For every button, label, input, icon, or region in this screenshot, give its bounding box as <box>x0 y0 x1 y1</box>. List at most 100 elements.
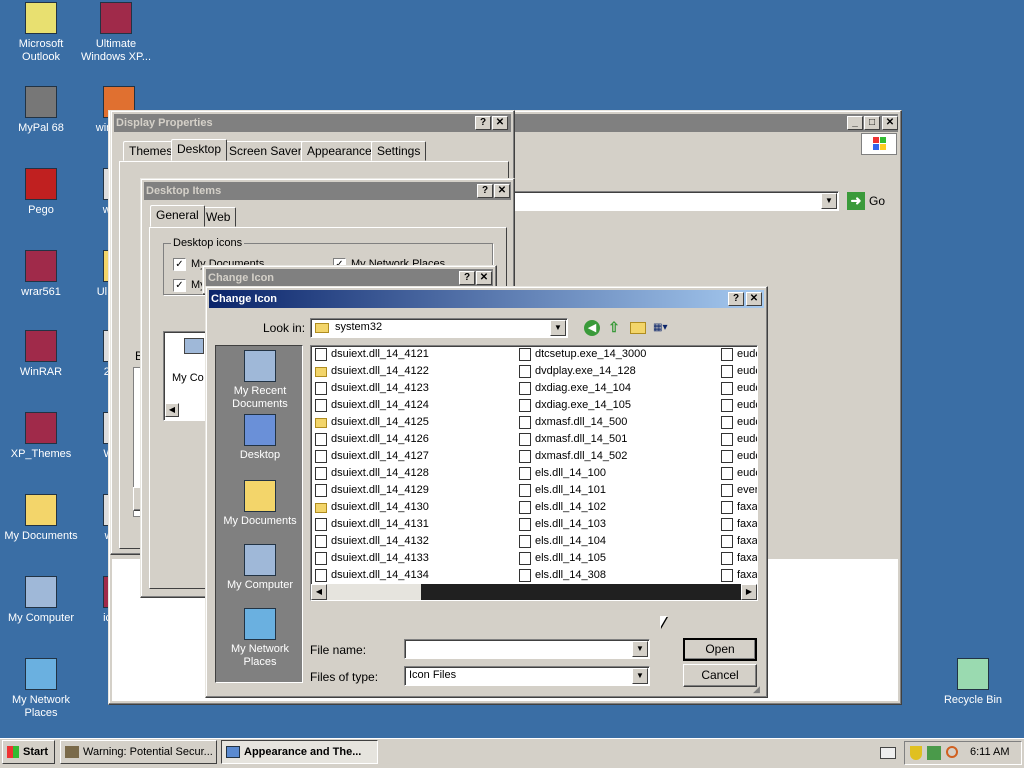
desktop-icon-recycle-bin[interactable]: Recycle Bin <box>932 658 1014 707</box>
maximize-button[interactable]: □ <box>864 116 880 130</box>
horizontal-scrollbar[interactable]: ◀ ▶ <box>311 584 757 600</box>
keyboard-icon[interactable] <box>880 747 896 759</box>
file-list-item[interactable]: faxa <box>719 533 757 550</box>
look-in-dropdown[interactable]: system32 ▼ <box>310 318 568 338</box>
file-list-item[interactable]: els.dll_14_101 <box>517 482 606 499</box>
up-folder-icon[interactable]: ⇧ <box>606 319 622 335</box>
tab-web[interactable]: Web <box>200 207 237 227</box>
display-properties-titlebar[interactable]: Display Properties <box>114 114 511 132</box>
help-button[interactable]: ? <box>477 184 493 198</box>
close-button[interactable]: ✕ <box>746 292 762 306</box>
file-list-item[interactable]: eudc <box>719 431 757 448</box>
my-documents-checkbox[interactable]: ✓ <box>173 258 186 271</box>
file-list-item[interactable]: ever <box>719 482 757 499</box>
tab-general[interactable]: General <box>150 205 205 227</box>
file-list-item[interactable]: dxmasf.dll_14_500 <box>517 414 627 431</box>
close-button[interactable]: ✕ <box>476 271 492 285</box>
file-list-item[interactable]: dtcsetup.exe_14_3000 <box>517 346 646 363</box>
file-list-item[interactable]: faxa <box>719 550 757 567</box>
file-list-item[interactable]: dxdiag.exe_14_104 <box>517 380 631 397</box>
place-my-recent-documents[interactable]: My Recent Documents <box>216 350 304 411</box>
desktop-icon-pego[interactable]: Pego <box>0 168 82 217</box>
file-list-item[interactable]: eudc <box>719 397 757 414</box>
file-list-item[interactable]: els.dll_14_100 <box>517 465 606 482</box>
place-my-computer[interactable]: My Computer <box>216 544 304 592</box>
close-button[interactable]: ✕ <box>492 116 508 130</box>
resize-grip-icon[interactable]: ◢ <box>753 683 765 695</box>
desktop-icon-winrar[interactable]: WinRAR <box>0 330 82 379</box>
file-list-item[interactable]: dxmasf.dll_14_502 <box>517 448 627 465</box>
file-list-item[interactable]: dsuiext.dll_14_4127 <box>313 448 429 465</box>
file-list-item[interactable]: dsuiext.dll_14_4132 <box>313 533 429 550</box>
back-icon[interactable]: ◀ <box>584 320 600 336</box>
file-list-item[interactable]: dsuiext.dll_14_4133 <box>313 550 429 567</box>
chevron-down-icon[interactable]: ▼ <box>632 668 648 684</box>
file-list[interactable]: dsuiext.dll_14_4121 dsuiext.dll_14_4122ds… <box>310 345 758 601</box>
preview-scroll-left[interactable]: ◀ <box>165 403 179 417</box>
desktop-icon-wrar561[interactable]: wrar561 <box>0 250 82 299</box>
file-list-item[interactable]: dsuiext.dll_14_4126 <box>313 431 429 448</box>
file-list-item[interactable]: eudc <box>719 465 757 482</box>
tab-settings[interactable]: Settings <box>371 141 427 161</box>
file-list-item[interactable]: els.dll_14_103 <box>517 516 606 533</box>
desktop-icon-my-network-places[interactable]: My Network Places <box>0 658 82 720</box>
file-list-item[interactable]: eudc <box>719 380 757 397</box>
scroll-track-hover[interactable] <box>421 584 741 600</box>
new-folder-icon[interactable] <box>630 322 646 334</box>
file-list-item[interactable]: faxa <box>719 516 757 533</box>
scroll-left-button[interactable]: ◀ <box>311 584 327 600</box>
cancel-button[interactable]: Cancel <box>683 664 757 687</box>
go-button[interactable]: ➜ Go <box>845 190 895 212</box>
desktop-icon-xp-themes[interactable]: XP_Themes <box>0 412 82 461</box>
file-list-item[interactable]: dxmasf.dll_14_501 <box>517 431 627 448</box>
file-list-item[interactable]: eudc <box>719 363 757 380</box>
my-checkbox[interactable]: ✓ <box>173 279 186 292</box>
desktop-icon-mypal-68[interactable]: MyPal 68 <box>0 86 82 135</box>
address-bar[interactable]: ▼ <box>509 191 839 211</box>
file-list-item[interactable]: dsuiext.dll_14_4131 <box>313 516 429 533</box>
desktop-items-titlebar[interactable]: Desktop Items <box>144 182 511 200</box>
file-list-item[interactable]: eudc <box>719 448 757 465</box>
file-list-item[interactable]: dsuiext.dll_14_4122 <box>313 363 429 380</box>
file-list-item[interactable]: dvdplay.exe_14_128 <box>517 363 636 380</box>
file-list-item[interactable]: els.dll_14_105 <box>517 550 606 567</box>
file-list-item[interactable]: dxdiag.exe_14_105 <box>517 397 631 414</box>
place-my-documents[interactable]: My Documents <box>216 480 304 528</box>
file-list-item[interactable]: dsuiext.dll_14_4130 <box>313 499 429 516</box>
desktop-icon-microsoft-outlook[interactable]: Microsoft Outlook <box>0 2 82 64</box>
file-list-item[interactable]: els.dll_14_308 <box>517 567 606 584</box>
tab-desktop[interactable]: Desktop <box>171 139 228 161</box>
desktop-icon-my-computer[interactable]: My Computer <box>0 576 82 625</box>
shield-icon[interactable] <box>910 746 922 760</box>
start-button[interactable]: Start <box>2 740 55 764</box>
file-list-item[interactable]: els.dll_14_104 <box>517 533 606 550</box>
minimize-button[interactable]: _ <box>847 116 863 130</box>
desktop-icon-ultimate-windows-xp[interactable]: Ultimate Windows XP... <box>75 2 157 64</box>
change-icon-dialog[interactable]: Change Icon ? ✕ Look in: system32 ▼ ◀ ⇧ … <box>205 286 768 698</box>
file-list-item[interactable]: dsuiext.dll_14_4134 <box>313 567 429 584</box>
file-list-item[interactable]: dsuiext.dll_14_4124 <box>313 397 429 414</box>
file-list-item[interactable]: faxa <box>719 499 757 516</box>
view-menu-icon[interactable]: ▦▾ <box>653 320 677 336</box>
place-my-network-places[interactable]: My Network Places <box>216 608 304 669</box>
chevron-down-icon[interactable]: ▼ <box>632 641 648 657</box>
close-button[interactable]: ✕ <box>494 184 510 198</box>
desktop-icon-my-documents[interactable]: My Documents <box>0 494 82 543</box>
file-list-item[interactable]: dsuiext.dll_14_4125 <box>313 414 429 431</box>
help-button[interactable]: ? <box>728 292 744 306</box>
taskbar-item-appearance[interactable]: Appearance and The... <box>221 740 378 764</box>
scroll-right-button[interactable]: ▶ <box>741 584 757 600</box>
tab-screen-saver[interactable]: Screen Saver <box>223 141 308 161</box>
file-list-item[interactable]: dsuiext.dll_14_4121 <box>313 346 429 363</box>
files-of-type-dropdown[interactable]: Icon Files ▼ <box>404 666 650 686</box>
file-list-item[interactable]: eudc <box>719 346 757 363</box>
search-icon[interactable] <box>946 746 958 758</box>
chevron-down-icon[interactable]: ▼ <box>550 320 566 336</box>
file-name-combobox[interactable]: ▼ <box>404 639 650 659</box>
close-button[interactable]: ✕ <box>882 116 898 130</box>
file-list-item[interactable]: faxa <box>719 567 757 584</box>
taskbar-item-warning[interactable]: Warning: Potential Secur... <box>60 740 217 764</box>
file-list-item[interactable]: els.dll_14_102 <box>517 499 606 516</box>
file-list-item[interactable]: dsuiext.dll_14_4129 <box>313 482 429 499</box>
tab-appearance[interactable]: Appearance <box>301 141 378 161</box>
